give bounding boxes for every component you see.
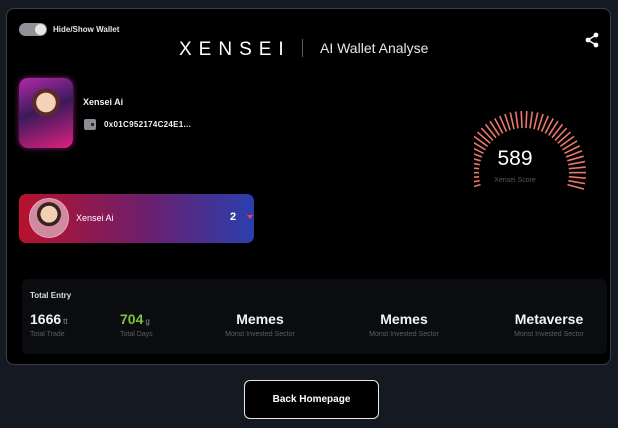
stats-title: Total Entry <box>30 291 72 300</box>
gauge-tick <box>484 123 497 139</box>
gauge-tick <box>568 175 586 179</box>
stat-number: 1666 <box>30 311 62 327</box>
score-value: 589 <box>497 147 533 170</box>
stat-label: Monst Invested Sector <box>369 331 439 338</box>
gauge-tick <box>568 160 586 166</box>
page-subtitle: AI Wallet Analyse <box>320 40 429 56</box>
stat-label: Total Trade <box>30 331 65 338</box>
profile-name: Xensei Ai <box>83 97 124 107</box>
profile-avatar <box>19 78 73 148</box>
gauge-tick <box>480 127 494 141</box>
gauge-tick <box>474 141 486 151</box>
score-gauge <box>474 111 587 190</box>
gauge-tick <box>529 111 534 129</box>
stat-unit: g <box>145 317 150 326</box>
stat-value: Memes <box>236 311 284 327</box>
selector-avatar <box>29 198 69 238</box>
header-divider <box>302 39 303 57</box>
wallet-icon <box>84 119 96 130</box>
stat-sector-3: Metaverse Monst Invested Sector <box>494 311 604 338</box>
gauge-tick <box>554 127 568 141</box>
toggle-label: Hide/Show Wallet <box>53 25 120 34</box>
gauge-tick <box>551 123 564 139</box>
gauge-tick <box>567 183 585 190</box>
stat-total-trade: 1666 tt Total Trade <box>30 311 68 338</box>
back-homepage-button[interactable]: Back Homepage <box>244 380 379 419</box>
wallet-address[interactable]: 0x01C952174C24E1... <box>104 120 191 129</box>
stat-value: 1666 tt <box>30 311 68 327</box>
stat-sector-2: Memes Monst Invested Sector <box>349 311 459 338</box>
selector-name: Xensei Ai <box>76 213 114 223</box>
gauge-tick <box>567 155 584 162</box>
gauge-tick <box>504 113 511 131</box>
gauge-tick <box>568 179 586 185</box>
gauge-tick <box>474 162 480 166</box>
gauge-tick <box>533 112 539 130</box>
stats-panel: Total Entry 1666 tt Total Trade 704 g Tota… <box>22 279 607 354</box>
stat-value: 704 g <box>120 311 153 327</box>
stat-label: Monst Invested Sector <box>514 331 584 338</box>
share-icon[interactable] <box>584 32 600 48</box>
gauge-tick <box>474 167 480 170</box>
wallet-selector[interactable]: Xensei Ai 2 <box>19 194 254 243</box>
stat-total-days: 704 g Total Days <box>120 311 153 338</box>
stat-value: Memes <box>380 311 428 327</box>
score-label: Xensei Score <box>494 177 536 184</box>
stat-number: 704 <box>120 311 144 327</box>
hide-show-wallet-toggle[interactable] <box>19 23 47 36</box>
gauge-tick <box>557 131 572 144</box>
gauge-tick <box>520 111 523 129</box>
gauge-tick <box>509 112 515 130</box>
caret-down-icon[interactable] <box>247 215 253 219</box>
stat-label: Monst Invested Sector <box>225 331 295 338</box>
gauge-tick <box>474 183 481 188</box>
gauge-tick <box>537 113 544 131</box>
stat-unit: tt <box>63 317 68 326</box>
gauge-tick <box>568 166 586 170</box>
hide-show-wallet-toggle-group[interactable]: Hide/Show Wallet <box>19 23 119 36</box>
gauge-tick <box>476 131 491 144</box>
stat-label: Total Days <box>120 331 153 338</box>
wallet-analysis-card: Hide/Show Wallet XENSEI AI Wallet Analys… <box>6 8 611 365</box>
stat-sector-1: Memes Monst Invested Sector <box>205 311 315 338</box>
brand-logo: XENSEI <box>179 39 291 60</box>
gauge-tick <box>525 111 528 129</box>
gauge-tick <box>514 111 519 129</box>
toggle-knob <box>35 24 46 35</box>
stat-value: Metaverse <box>514 311 584 327</box>
selector-count: 2 <box>230 211 237 223</box>
